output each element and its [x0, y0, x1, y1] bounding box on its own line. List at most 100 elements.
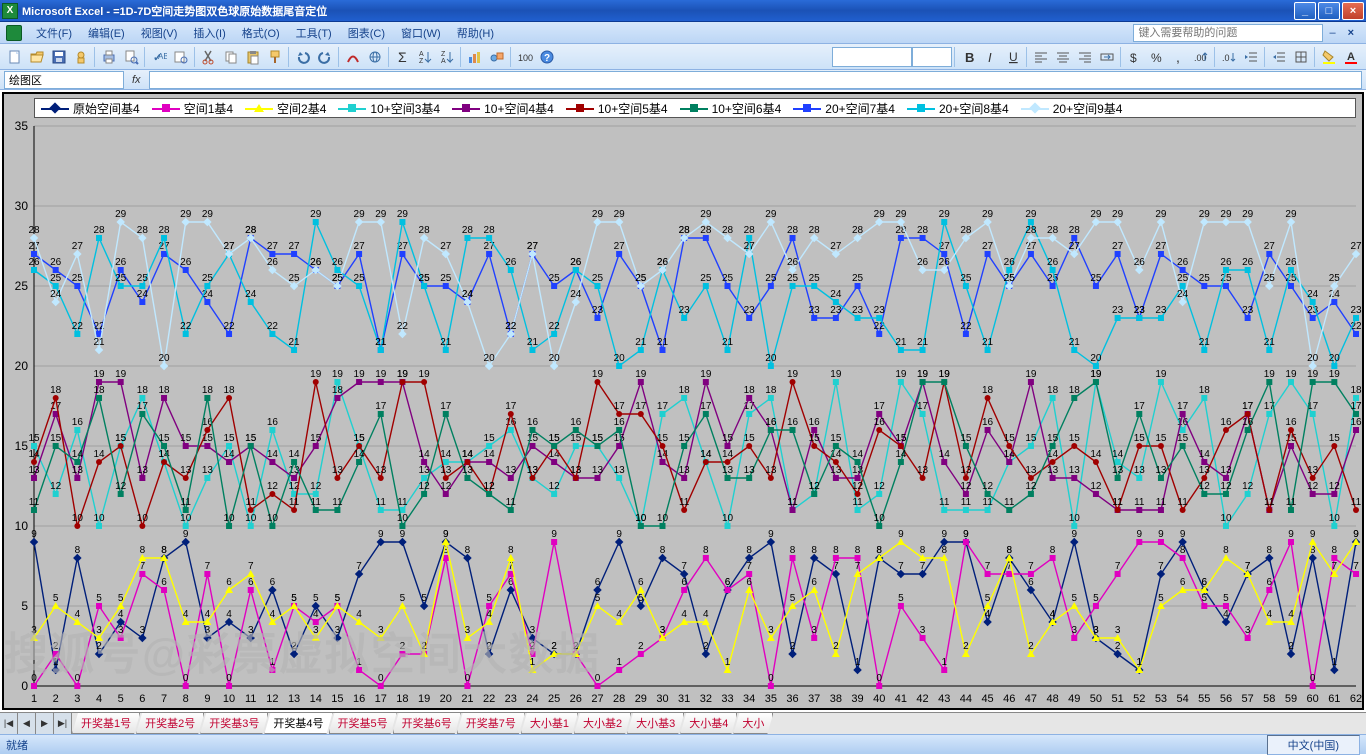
redo-button[interactable] — [314, 46, 336, 68]
svg-text:14: 14 — [419, 449, 431, 460]
chart-wizard-button[interactable] — [464, 46, 486, 68]
dec-indent-button[interactable] — [1240, 46, 1262, 68]
sheet-tab-2[interactable]: 开奖基3号 — [200, 713, 268, 734]
svg-text:28: 28 — [28, 225, 40, 236]
menu-chart[interactable]: 图表(C) — [340, 25, 393, 41]
copy-button[interactable] — [220, 46, 242, 68]
new-doc-button[interactable] — [4, 46, 26, 68]
name-box[interactable] — [4, 71, 124, 89]
help-button[interactable]: ? — [536, 46, 558, 68]
chart-plot[interactable]: 0510152025303512345678910111213141516171… — [4, 120, 1362, 708]
chart-area[interactable]: 原始空间基4空间1基4空间2基410+空间3基410+空间4基410+空间5基4… — [2, 92, 1364, 710]
spelling-button[interactable]: ✓ABC — [148, 46, 170, 68]
svg-text:4: 4 — [118, 609, 124, 620]
svg-text:26: 26 — [1134, 257, 1146, 268]
fill-color-button[interactable] — [1318, 46, 1340, 68]
sheet-tab-9[interactable]: 大小基3 — [627, 713, 684, 734]
merge-button[interactable] — [1096, 46, 1118, 68]
sheet-tab-7[interactable]: 大小基1 — [521, 713, 578, 734]
svg-text:3: 3 — [31, 625, 37, 636]
open-button[interactable] — [26, 46, 48, 68]
chart-legend[interactable]: 原始空间基4空间1基4空间2基410+空间3基410+空间4基410+空间5基4… — [34, 98, 1356, 118]
help-search-input[interactable] — [1133, 24, 1323, 42]
legend-item-7[interactable]: 20+空间7基4 — [787, 100, 901, 117]
fx-icon[interactable]: fx — [124, 74, 149, 86]
legend-item-3[interactable]: 10+空间3基4 — [332, 100, 446, 117]
cut-button[interactable] — [198, 46, 220, 68]
dec-dec-button[interactable]: .0 — [1218, 46, 1240, 68]
workbook-close-button[interactable]: × — [1342, 27, 1360, 39]
nav-first[interactable]: |◀ — [0, 713, 18, 734]
sheet-tab-5[interactable]: 开奖基6号 — [393, 713, 461, 734]
sheet-tab-4[interactable]: 开奖基5号 — [329, 713, 397, 734]
legend-item-0[interactable]: 原始空间基4 — [35, 100, 146, 117]
font-name-select[interactable] — [832, 47, 912, 67]
menu-insert[interactable]: 插入(I) — [185, 25, 233, 41]
bold-button[interactable]: B — [958, 46, 980, 68]
font-size-select[interactable] — [912, 47, 952, 67]
inc-dec-button[interactable]: .00 — [1190, 46, 1212, 68]
sort-desc-button[interactable]: ZA — [436, 46, 458, 68]
sheet-tab-3[interactable]: 开奖基4号 — [264, 713, 332, 734]
nav-next[interactable]: ▶ — [36, 713, 54, 734]
comma-button[interactable]: , — [1168, 46, 1190, 68]
borders-button[interactable] — [1290, 46, 1312, 68]
excel-doc-icon[interactable] — [6, 25, 22, 41]
print-preview-button[interactable] — [120, 46, 142, 68]
ink-button[interactable] — [342, 46, 364, 68]
format-painter-button[interactable] — [264, 46, 286, 68]
undo-button[interactable] — [292, 46, 314, 68]
zoom-button[interactable]: 100% — [514, 46, 536, 68]
align-left-button[interactable] — [1030, 46, 1052, 68]
sheet-tab-0[interactable]: 开奖基1号 — [72, 713, 140, 734]
menu-window[interactable]: 窗口(W) — [393, 25, 449, 41]
underline-button[interactable]: U — [1002, 46, 1024, 68]
autosum-button[interactable]: Σ — [392, 46, 414, 68]
hyperlink-button[interactable] — [364, 46, 386, 68]
legend-item-1[interactable]: 空间1基4 — [146, 100, 239, 117]
svg-text:8: 8 — [1050, 545, 1056, 556]
svg-text:12: 12 — [982, 481, 994, 492]
maximize-button[interactable]: □ — [1318, 2, 1340, 20]
permission-button[interactable] — [70, 46, 92, 68]
print-button[interactable] — [98, 46, 120, 68]
save-button[interactable] — [48, 46, 70, 68]
currency-button[interactable]: $ — [1124, 46, 1146, 68]
menu-help[interactable]: 帮助(H) — [449, 25, 502, 41]
drawing-button[interactable] — [486, 46, 508, 68]
legend-item-6[interactable]: 10+空间6基4 — [674, 100, 788, 117]
formula-input[interactable] — [149, 71, 1362, 89]
menu-edit[interactable]: 编辑(E) — [80, 25, 133, 41]
svg-text:25: 25 — [15, 279, 29, 293]
sheet-tab-1[interactable]: 开奖基2号 — [136, 713, 204, 734]
menu-tools[interactable]: 工具(T) — [288, 25, 340, 41]
sheet-tab-10[interactable]: 大小基4 — [680, 713, 737, 734]
close-button[interactable]: × — [1342, 2, 1364, 20]
svg-text:27: 27 — [484, 241, 496, 252]
research-button[interactable] — [170, 46, 192, 68]
align-right-button[interactable] — [1074, 46, 1096, 68]
inc-indent-button[interactable] — [1268, 46, 1290, 68]
nav-last[interactable]: ▶| — [54, 713, 72, 734]
menu-file[interactable]: 文件(F) — [28, 25, 80, 41]
legend-item-9[interactable]: 20+空间9基4 — [1015, 100, 1129, 117]
percent-button[interactable]: % — [1146, 46, 1168, 68]
legend-item-4[interactable]: 10+空间4基4 — [446, 100, 560, 117]
align-center-button[interactable] — [1052, 46, 1074, 68]
minimize-button[interactable]: _ — [1294, 2, 1316, 20]
sheet-tab-8[interactable]: 大小基2 — [574, 713, 631, 734]
menu-format[interactable]: 格式(O) — [234, 25, 288, 41]
svg-text:13: 13 — [1155, 465, 1167, 476]
legend-item-8[interactable]: 20+空间8基4 — [901, 100, 1015, 117]
menu-view[interactable]: 视图(V) — [133, 25, 186, 41]
font-color-button[interactable]: A — [1340, 46, 1362, 68]
sort-asc-button[interactable]: AZ — [414, 46, 436, 68]
italic-button[interactable]: I — [980, 46, 1002, 68]
legend-item-2[interactable]: 空间2基4 — [239, 100, 332, 117]
svg-text:33: 33 — [721, 693, 733, 705]
legend-item-5[interactable]: 10+空间5基4 — [560, 100, 674, 117]
paste-button[interactable] — [242, 46, 264, 68]
sheet-tab-6[interactable]: 开奖基7号 — [457, 713, 525, 734]
sheet-tab-11[interactable]: 大小 — [733, 713, 773, 734]
nav-prev[interactable]: ◀ — [18, 713, 36, 734]
